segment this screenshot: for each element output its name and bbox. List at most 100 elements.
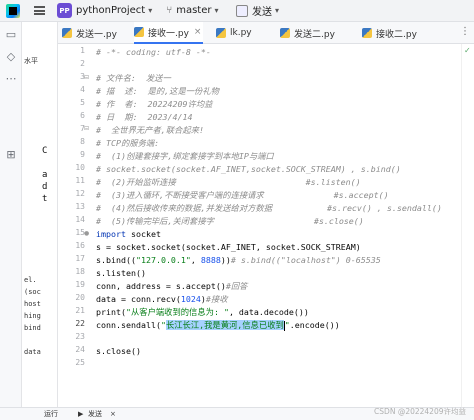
more-tabs-icon[interactable]: ⋮ [460, 26, 470, 37]
panel-row: data [24, 348, 41, 356]
code-line-print: print("从客户端收到的信息为: ", data.decode()) [96, 306, 309, 319]
panel-row: host [24, 300, 41, 308]
code-line: # 描 述: 是的,这是一份礼物 [96, 86, 219, 96]
folder-icon[interactable]: ▭ [4, 28, 18, 42]
line-number: 8 [80, 137, 85, 146]
pycharm-logo-icon [6, 3, 20, 18]
panel-row: bind [24, 324, 41, 332]
tab-label: 发送二.py [294, 29, 335, 40]
git-branch-icon: ⑂ [166, 5, 173, 16]
bottom-tab-run[interactable]: 运行 [44, 408, 58, 420]
line-number: 9 [80, 150, 85, 159]
number-literal: 1024 [180, 294, 201, 304]
line-number-gutter: 1 2 3 4 5 6 7 8 9 10 11 12 13 14 15 16 1… [58, 44, 91, 407]
inline-comment: # s.bind(("localhost") 0-65535 [230, 255, 381, 265]
string-literal: "127.0.0.1" [135, 255, 191, 265]
line-number: 25 [75, 358, 85, 367]
line-number: 11 [75, 176, 85, 185]
run-config-icon [236, 4, 248, 17]
code-line-sendall: conn.sendall("长江长江,我是黄河,信息已收到".encode()) [96, 319, 340, 332]
code-line-accept: conn, address = s.accept()#回答 [96, 280, 247, 293]
line-number: 21 [75, 306, 85, 315]
line-number: 19 [75, 280, 85, 289]
close-icon[interactable]: × [110, 408, 116, 420]
commit-icon[interactable]: ◇ [4, 50, 18, 64]
python-file-icon [62, 28, 72, 38]
keyword-import: import [96, 229, 126, 239]
line-number: 13 [75, 202, 85, 211]
line-number: 6 [80, 111, 85, 120]
code-token: print( [96, 307, 126, 317]
fold-icon[interactable]: ⊟ [84, 74, 89, 81]
tab-label: lk.py [230, 28, 252, 38]
line-number: 4 [80, 85, 85, 94]
main-menu-icon[interactable] [34, 6, 45, 15]
editor-tab-bar: 发送一.py 接收一.py × lk.py 发送二.py 接收二.py ⋮ [58, 22, 474, 44]
run-config-name: 发送 [252, 7, 272, 18]
project-selector[interactable]: PP pythonProject ▾ [57, 3, 152, 18]
tab-lk[interactable]: lk.py [216, 22, 252, 44]
tab-receive-one[interactable]: 接收一.py × [134, 22, 204, 44]
branch-name: master [176, 5, 212, 16]
tab-receive-two[interactable]: 接收二.py [362, 22, 417, 44]
line-number: 14 [75, 215, 85, 224]
panel-letter: d [42, 182, 48, 192]
inspection-ok-icon[interactable]: ✓ [464, 46, 471, 55]
code-line: s.listen() [96, 268, 146, 278]
chevron-down-icon: ▾ [148, 6, 153, 15]
number-literal: 8888 [200, 255, 221, 265]
close-icon[interactable]: × [194, 27, 202, 37]
tab-label: 接收二.py [376, 29, 417, 40]
run-icon[interactable]: ▶ [78, 408, 83, 420]
code-line: # (1)创建套接字,绑定套接字到本地IP与端口 [96, 151, 274, 161]
panel-letter: a [42, 170, 48, 180]
code-token: conn, address = s.accept() [96, 281, 226, 291]
code-token: , data.decode()) [228, 307, 309, 317]
code-line: # 日 期: 2023/4/14 [96, 112, 193, 122]
tab-send-two[interactable]: 发送二.py [280, 22, 335, 44]
code-line-bind: s.bind(("127.0.0.1", 8888))# s.bind(("lo… [96, 254, 381, 267]
line-number: 24 [75, 345, 85, 354]
line-number: 23 [75, 332, 85, 341]
line-number: 22 [75, 319, 85, 328]
chevron-down-icon: ▾ [275, 6, 280, 15]
code-line: # 全世界无产者,联合起来! [96, 125, 204, 135]
inline-comment: #回答 [225, 281, 248, 291]
code-token: s.bind(( [96, 255, 136, 265]
code-line: # (3)进入循环,不断接受客户端的连接请求 #s.accept() [96, 190, 389, 200]
tab-label: 接收一.py [148, 28, 189, 39]
code-token: , [190, 255, 201, 265]
inline-comment: #接收 [205, 294, 228, 304]
title-bar: PP pythonProject ▾ ⑂ master ▾ 发送 ▾ [0, 0, 474, 22]
left-tool-strip: ▭ ◇ ⋯ ⊞ [0, 22, 22, 420]
python-file-icon [134, 27, 144, 37]
code-editor[interactable]: # -*- coding: utf-8 -*- # 文件名: 发送一 # 描 述… [91, 44, 461, 407]
code-line: s = socket.socket(socket.AF_INET, socket… [96, 242, 361, 252]
code-line-recv: data = conn.recv(1024)#接收 [96, 293, 228, 306]
bottom-tab-send[interactable]: 发送 [88, 408, 102, 420]
branch-selector[interactable]: ⑂ master ▾ [166, 5, 218, 16]
code-line: # 作 者: 20224209许均益 [96, 99, 213, 109]
panel-row: el. [24, 276, 37, 284]
panel-row: 水平 [24, 57, 38, 65]
code-line: # (2)开始监听连接 #s.listen() [96, 177, 361, 187]
line-number: 20 [75, 293, 85, 302]
panel-letter: t [42, 194, 48, 204]
run-configuration-selector[interactable]: 发送 ▾ [236, 3, 279, 18]
breakpoint-icon[interactable]: ● [84, 230, 89, 237]
code-token: data = conn.recv( [96, 294, 181, 304]
code-line: # (5)传输完毕后,关闭套接字 #s.close() [96, 216, 364, 226]
tab-label: 发送一.py [76, 29, 117, 40]
plugin-icon[interactable]: ⊞ [4, 148, 18, 162]
tab-send-one[interactable]: 发送一.py [62, 22, 117, 44]
code-line: # -*- coding: utf-8 -*- [96, 47, 211, 57]
line-number: 16 [75, 241, 85, 250]
editor-scrollbar[interactable]: ✓ [461, 44, 474, 407]
watermark: CSDN @20224209许均益 [374, 407, 466, 416]
python-file-icon [362, 28, 372, 38]
structure-icon[interactable]: ⋯ [4, 72, 18, 86]
code-line: # (4)然后接收传来的数据,并发送给对方数据 #s.recv() , s.se… [96, 203, 442, 213]
selected-text[interactable]: 长江长江,我是黄河,信息已收到 [165, 320, 284, 330]
panel-letter: C [42, 146, 48, 156]
fold-icon[interactable]: ⊟ [84, 125, 89, 132]
